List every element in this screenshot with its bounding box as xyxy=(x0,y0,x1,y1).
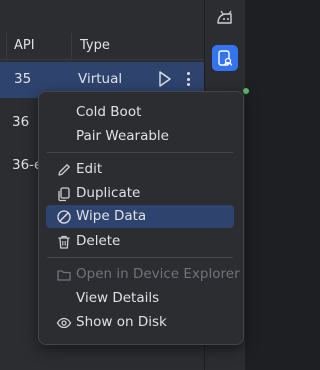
pencil-icon xyxy=(58,164,70,176)
api-cell: 36 xyxy=(12,114,30,130)
api-cell: 35 xyxy=(14,71,32,87)
eye-icon xyxy=(56,317,72,329)
play-icon[interactable] xyxy=(158,70,172,88)
menu-item-edit[interactable]: Edit xyxy=(46,158,234,181)
menu-item-show-on-disk[interactable]: Show on Disk xyxy=(46,311,234,334)
menu-item-wipe-data[interactable]: Wipe Data xyxy=(46,205,234,228)
device-manager-icon[interactable] xyxy=(212,45,238,71)
menu-item-open-in-device-explorer: Open in Device Explorer xyxy=(46,263,240,286)
column-header-api[interactable]: API xyxy=(14,38,35,53)
wipe-data-icon xyxy=(57,210,71,224)
column-header-type[interactable]: Type xyxy=(80,38,110,53)
more-vertical-icon[interactable] xyxy=(183,70,193,88)
menu-separator xyxy=(47,257,233,258)
menu-item-pair-wearable[interactable]: Pair Wearable xyxy=(46,125,234,148)
table-header: API Type xyxy=(0,33,204,60)
android-device-icon[interactable] xyxy=(212,6,238,32)
menu-separator xyxy=(47,152,233,153)
menu-item-cold-boot[interactable]: Cold Boot xyxy=(46,101,234,124)
folder-icon xyxy=(57,270,71,281)
type-cell: Virtual xyxy=(78,71,123,87)
context-menu: Cold Boot Pair Wearable Edit Duplicate W… xyxy=(38,91,244,345)
menu-item-duplicate[interactable]: Duplicate xyxy=(46,182,234,205)
column-divider[interactable] xyxy=(6,33,7,59)
duplicate-icon xyxy=(58,187,70,202)
menu-item-view-details[interactable]: View Details xyxy=(46,287,234,310)
trash-icon xyxy=(58,235,70,249)
column-divider[interactable] xyxy=(71,33,72,59)
menu-item-delete[interactable]: Delete xyxy=(46,230,234,253)
device-manager-panel: API Type 35 Virtual 36 36-e Cold Boot Pa… xyxy=(0,0,249,370)
status-dot xyxy=(243,88,249,94)
